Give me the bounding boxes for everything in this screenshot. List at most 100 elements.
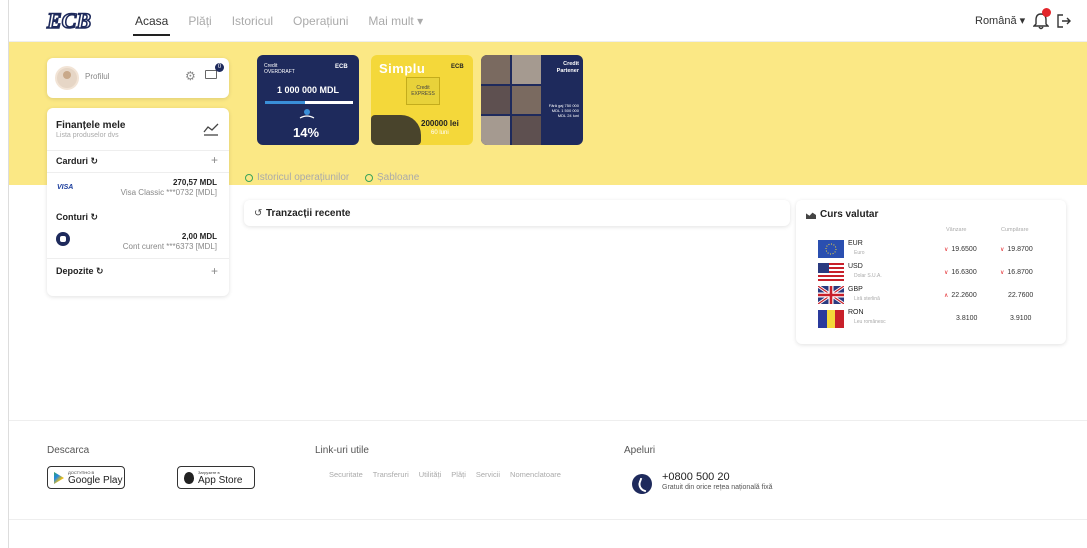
mail-badge: 0 — [215, 63, 224, 72]
history-link-label[interactable]: Istoricul operațiunilor — [257, 172, 349, 183]
buy-rate: 22.7600 — [1008, 292, 1034, 299]
us-flag-icon — [818, 263, 844, 281]
profile-card[interactable]: Profilul — [47, 58, 229, 98]
app-store-button[interactable]: Загрузите в App Store — [177, 466, 255, 489]
account-description[interactable]: Cont curent ***6373 [MDL] — [123, 242, 217, 251]
sell-rate: 16.6300 — [944, 269, 976, 276]
promo-express-label: Credit EXPRESS — [411, 85, 435, 97]
col-buy-header: Cumpărare — [1001, 227, 1029, 233]
account-icon — [56, 232, 70, 246]
ro-flag-icon — [818, 310, 844, 328]
eu-flag-icon — [818, 240, 844, 258]
face-photo — [512, 55, 541, 84]
promo-partener[interactable]: Credit Partener Fără gaj 750 000 MDL 1 5… — [481, 55, 583, 145]
footer-link-securitate[interactable]: Securitate — [329, 470, 363, 479]
currency-card: Curs valutar Vânzare Cumpărare EUR Euro … — [796, 200, 1066, 344]
promo-overdraft[interactable]: Credit OVERDRAFT ECB 1 000 000 MDL 14% — [257, 55, 359, 145]
currency-title: Curs valutar — [820, 209, 879, 220]
promo-overdraft-progress — [265, 101, 353, 104]
svg-text:ECB: ECB — [46, 8, 91, 33]
footer-link-transferuri[interactable]: Transferuri — [373, 470, 409, 479]
face-photo — [481, 85, 510, 115]
currency-name: Leu românesc — [854, 319, 886, 325]
profile-label[interactable]: Profilul — [85, 72, 109, 81]
recent-transactions-title: Tranzacții recente — [266, 208, 351, 219]
promo-express-box: Credit EXPRESS — [406, 77, 440, 105]
footer-link-servicii[interactable]: Servicii — [476, 470, 500, 479]
currency-code: USD — [848, 263, 863, 270]
templates-link-icon — [365, 173, 373, 182]
promo-faces-photo — [481, 55, 541, 145]
history-icon: ↺ — [254, 208, 263, 219]
top-bar: ECB Acasa Plăți Istoricul Operațiuni Mai… — [9, 0, 1087, 42]
buy-rate: 3.9100 — [1010, 315, 1032, 322]
templates-link-label[interactable]: Șabloane — [377, 172, 419, 183]
sell-rate: 22.2600 — [944, 292, 976, 299]
phone-number[interactable]: +0800 500 20 — [662, 471, 730, 483]
promo-overdraft-amount: 1 000 000 MDL — [277, 85, 340, 95]
add-card-button[interactable]: + — [211, 153, 218, 167]
cards-section-label[interactable]: Carduri ↻ — [56, 156, 98, 167]
face-photo — [512, 116, 541, 145]
apple-icon — [184, 472, 194, 484]
divider — [47, 172, 229, 173]
promo-simplu-term: 60 luni — [431, 130, 449, 136]
deposits-section-label[interactable]: Depozite ↻ — [56, 266, 104, 277]
promo-simplu[interactable]: Simplu ECB Credit EXPRESS 200000 lei 60 … — [371, 55, 473, 145]
promo-simplu-title: Simplu — [379, 61, 426, 76]
promo-overdraft-label: Credit OVERDRAFT — [264, 63, 295, 75]
footer: Descarca ДОСТУПНО В Google Play Загрузит… — [9, 420, 1087, 520]
google-play-button[interactable]: ДОСТУПНО В Google Play — [47, 466, 125, 489]
history-link-icon — [245, 173, 253, 182]
language-select[interactable]: Română ▾ — [975, 14, 1025, 27]
promo-ecb-logo: ECB — [335, 64, 348, 70]
gear-icon[interactable]: ⚙ — [185, 69, 196, 83]
accounts-section-label[interactable]: Conturi ↻ — [56, 212, 98, 223]
currency-name: Dolar S.U.A. — [854, 273, 882, 279]
currency-code: RON — [848, 309, 864, 316]
main-nav: Acasa Plăți Istoricul Operațiuni Mai mul… — [125, 0, 433, 42]
avatar[interactable] — [55, 66, 79, 90]
chart-icon[interactable] — [203, 122, 219, 136]
face-photo — [481, 55, 510, 84]
col-sell-header: Vânzare — [946, 227, 967, 233]
app-frame: ECB Acasa Plăți Istoricul Operațiuni Mai… — [8, 0, 1087, 548]
google-play-label: Google Play — [68, 475, 123, 486]
currency-code: GBP — [848, 286, 863, 293]
currency-name: Liră sterlină — [854, 296, 880, 302]
sell-rate: 19.6500 — [944, 246, 976, 253]
footer-links: Securitate Transferuri Utilități Plăți S… — [329, 470, 561, 479]
app-store-label: App Store — [198, 475, 243, 486]
footer-link-utilitati[interactable]: Utilități — [419, 470, 442, 479]
finances-title: Finanțele mele — [56, 120, 126, 131]
nav-plati[interactable]: Plăți — [178, 0, 221, 42]
ecb-logo[interactable]: ECB — [45, 4, 99, 36]
face-photo — [481, 116, 510, 145]
promo-simplu-amount: 200000 lei — [421, 119, 459, 128]
footer-link-nomenclatoare[interactable]: Nomenclatoare — [510, 470, 561, 479]
google-play-icon — [54, 472, 64, 484]
card-amount: 270,57 MDL — [172, 178, 217, 187]
nav-acasa[interactable]: Acasa — [125, 0, 178, 42]
face-photo — [512, 85, 541, 115]
nav-mai-mult[interactable]: Mai mult ▾ — [358, 0, 433, 42]
logout-icon[interactable] — [1056, 13, 1072, 29]
useful-links-heading: Link-uri utile — [315, 445, 369, 456]
recent-transactions-card: ↺ Tranzacții recente — [244, 200, 790, 226]
phone-subtitle: Gratuit din orice rețea națională fixă — [662, 484, 773, 491]
footer-link-plati[interactable]: Plăți — [451, 470, 466, 479]
phone-icon[interactable] — [632, 474, 652, 494]
templates-link[interactable]: Șabloane — [365, 172, 419, 183]
calls-heading: Apeluri — [624, 445, 656, 456]
history-link[interactable]: Istoricul operațiunilor — [245, 172, 349, 183]
promo-partener-title: Credit Partener — [556, 61, 579, 74]
buy-rate: 16.8700 — [1000, 269, 1032, 276]
buy-rate: 19.8700 — [1000, 246, 1032, 253]
add-deposit-button[interactable]: + — [211, 264, 218, 278]
currency-name: Euro — [854, 250, 865, 256]
nav-istoricul[interactable]: Istoricul — [222, 0, 283, 42]
card-description[interactable]: Visa Classic ***0732 [MDL] — [121, 188, 217, 197]
nav-operatiuni[interactable]: Operațiuni — [283, 0, 358, 42]
mail-icon[interactable] — [205, 70, 217, 79]
promo-car-shape — [371, 115, 421, 145]
